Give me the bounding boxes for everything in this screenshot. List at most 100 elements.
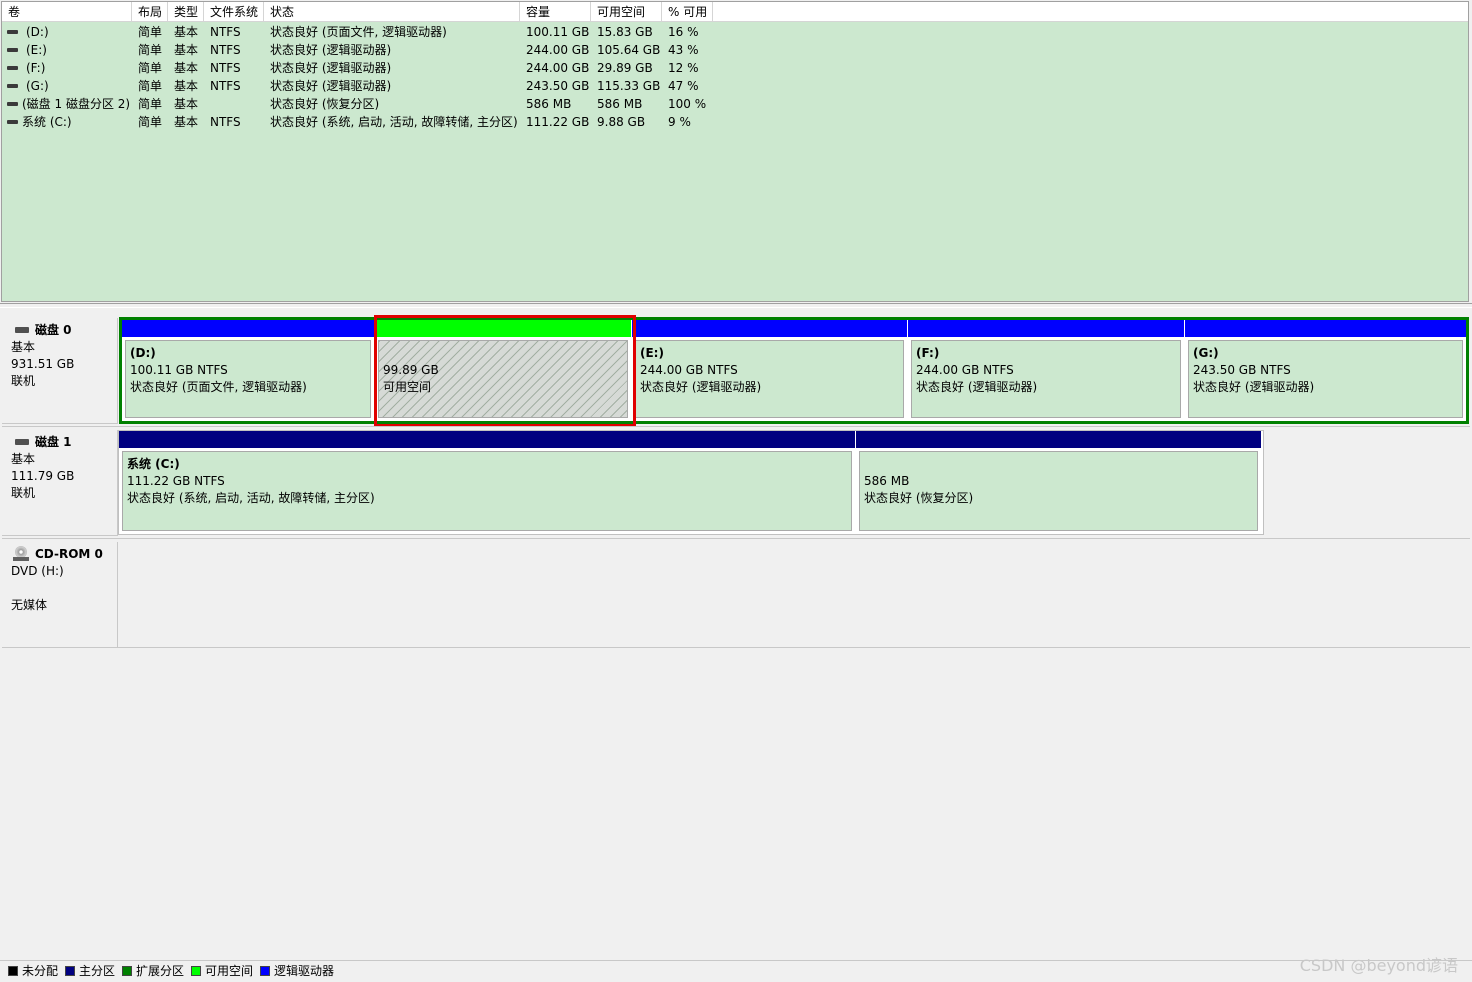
partition-size: 243.50 GB NTFS (1193, 363, 1291, 377)
partition-name: (E:) (640, 346, 664, 360)
volume-list-header: 卷 布局 类型 文件系统 状态 容量 可用空间 % 可用 (2, 2, 1468, 22)
partition-c[interactable]: 系统 (C:) 111.22 GB NTFS 状态良好 (系统, 启动, 活动,… (119, 431, 856, 534)
volume-free: 15.83 GB (597, 25, 653, 39)
column-header-volume[interactable]: 卷 (2, 2, 132, 22)
volume-layout: 简单 (138, 97, 163, 111)
volume-icon (7, 66, 18, 70)
partition-size: 244.00 GB NTFS (640, 363, 738, 377)
volume-type: 基本 (174, 79, 199, 93)
volume-layout: 简单 (138, 79, 163, 93)
partition-d[interactable]: (D:) 100.11 GB NTFS 状态良好 (页面文件, 逻辑驱动器) (122, 320, 375, 421)
disk-size: 111.79 GB (11, 469, 75, 483)
disk-icon (15, 439, 29, 445)
disk-state: 联机 (11, 374, 36, 388)
partition-status: 状态良好 (逻辑驱动器) (640, 380, 762, 394)
volume-icon (7, 30, 18, 34)
volume-free: 115.33 GB (597, 79, 661, 93)
partition-status: 状态良好 (恢复分区) (864, 491, 974, 505)
volume-percent: 9 % (668, 115, 691, 129)
column-header-percent-free[interactable]: % 可用 (662, 2, 713, 22)
disk-size (11, 580, 117, 597)
partition-status: 可用空间 (383, 380, 432, 394)
partition-name: (D:) (130, 346, 156, 360)
partition-status: 状态良好 (逻辑驱动器) (1193, 380, 1315, 394)
volume-list[interactable]: 卷 布局 类型 文件系统 状态 容量 可用空间 % 可用 (D:) 简单 基本 … (1, 1, 1469, 302)
partition-g[interactable]: (G:) 243.50 GB NTFS 状态良好 (逻辑驱动器) (1185, 320, 1466, 421)
volume-free: 105.64 GB (597, 43, 661, 57)
volume-layout: 简单 (138, 43, 163, 57)
cdrom-0-label[interactable]: CD-ROM 0 DVD (H:) 无媒体 (2, 542, 118, 648)
volume-capacity: 100.11 GB (526, 25, 590, 39)
legend-bar: 未分配 主分区 扩展分区 可用空间 逻辑驱动器 (0, 960, 1472, 980)
partition-status: 状态良好 (逻辑驱动器) (916, 380, 1038, 394)
watermark: CSDN @beyond谚语 (1299, 956, 1458, 975)
partition-f[interactable]: (F:) 244.00 GB NTFS 状态良好 (逻辑驱动器) (908, 320, 1185, 421)
logical-drive-bar (122, 320, 374, 337)
volume-fs: NTFS (210, 79, 241, 93)
partition-free-space[interactable]: 99.89 GB 可用空间 (375, 320, 632, 421)
volume-type: 基本 (174, 43, 199, 57)
volume-type: 基本 (174, 61, 199, 75)
volume-percent: 16 % (668, 25, 699, 39)
legend-swatch (260, 966, 270, 976)
volume-row[interactable]: (G:) 简单 基本 NTFS 状态良好 (逻辑驱动器) 243.50 GB 1… (2, 77, 722, 95)
volume-free: 9.88 GB (597, 115, 646, 129)
row-divider (2, 538, 1470, 539)
volume-status: 状态良好 (页面文件, 逻辑驱动器) (270, 25, 447, 39)
partition-size: 244.00 GB NTFS (916, 363, 1014, 377)
disk-title: 磁盘 1 (35, 435, 72, 449)
volume-row[interactable]: (D:) 简单 基本 NTFS 状态良好 (页面文件, 逻辑驱动器) 100.1… (2, 23, 722, 41)
legend-swatch (191, 966, 201, 976)
volume-status: 状态良好 (逻辑驱动器) (270, 43, 392, 57)
partition-status: 状态良好 (页面文件, 逻辑驱动器) (130, 380, 307, 394)
volume-percent: 47 % (668, 79, 699, 93)
column-header-free-space[interactable]: 可用空间 (591, 2, 662, 22)
volume-row[interactable]: (磁盘 1 磁盘分区 2) 简单 基本 状态良好 (恢复分区) 586 MB 5… (2, 95, 722, 113)
column-header-layout[interactable]: 布局 (132, 2, 168, 22)
logical-drive-bar (632, 320, 907, 337)
volume-name: (D:) (26, 25, 49, 39)
volume-capacity: 586 MB (526, 97, 572, 111)
volume-name: (F:) (26, 61, 46, 75)
volume-status: 状态良好 (恢复分区) (270, 97, 380, 111)
disk-0-label[interactable]: 磁盘 0 基本 931.51 GB 联机 (2, 318, 118, 424)
volume-row[interactable]: 系统 (C:) 简单 基本 NTFS 状态良好 (系统, 启动, 活动, 故障转… (2, 113, 722, 131)
volume-capacity: 244.00 GB (526, 61, 590, 75)
partition-size: 99.89 GB (383, 363, 439, 377)
column-header-filesystem[interactable]: 文件系统 (204, 2, 264, 22)
column-header-type[interactable]: 类型 (168, 2, 204, 22)
volume-row[interactable]: (F:) 简单 基本 NTFS 状态良好 (逻辑驱动器) 244.00 GB 2… (2, 59, 722, 77)
row-divider (2, 647, 1470, 648)
volume-icon (7, 84, 18, 88)
disk-title: CD-ROM 0 (35, 547, 103, 561)
partition-recovery[interactable]: 586 MB 状态良好 (恢复分区) (856, 431, 1261, 534)
disk-type: 基本 (11, 452, 36, 466)
volume-layout: 简单 (138, 115, 163, 129)
volume-fs: NTFS (210, 115, 241, 129)
column-header-capacity[interactable]: 容量 (520, 2, 591, 22)
legend-swatch (65, 966, 75, 976)
free-space-bar (375, 320, 631, 337)
volume-type: 基本 (174, 115, 199, 129)
volume-fs: NTFS (210, 43, 241, 57)
partition-status: 状态良好 (系统, 启动, 活动, 故障转储, 主分区) (127, 491, 375, 505)
legend-extended: 扩展分区 (122, 964, 184, 978)
partition-size: 100.11 GB NTFS (130, 363, 228, 377)
volume-name: (磁盘 1 磁盘分区 2) (22, 97, 131, 111)
volume-capacity: 111.22 GB (526, 115, 590, 129)
disk-icon (15, 327, 29, 333)
partition-e[interactable]: (E:) 244.00 GB NTFS 状态良好 (逻辑驱动器) (632, 320, 908, 421)
volume-icon (7, 120, 18, 124)
disk-state: 无媒体 (11, 598, 48, 612)
column-header-status[interactable]: 状态 (264, 2, 520, 22)
pane-splitter[interactable] (0, 303, 1472, 308)
volume-type: 基本 (174, 97, 199, 111)
volume-status: 状态良好 (逻辑驱动器) (270, 79, 392, 93)
volume-capacity: 244.00 GB (526, 43, 590, 57)
volume-free: 586 MB (597, 97, 643, 111)
partition-name (383, 345, 627, 362)
volume-row[interactable]: (E:) 简单 基本 NTFS 状态良好 (逻辑驱动器) 244.00 GB 1… (2, 41, 722, 59)
partition-size: 586 MB (864, 474, 910, 488)
disk-1-label[interactable]: 磁盘 1 基本 111.79 GB 联机 (2, 430, 118, 536)
disk-type: 基本 (11, 340, 36, 354)
